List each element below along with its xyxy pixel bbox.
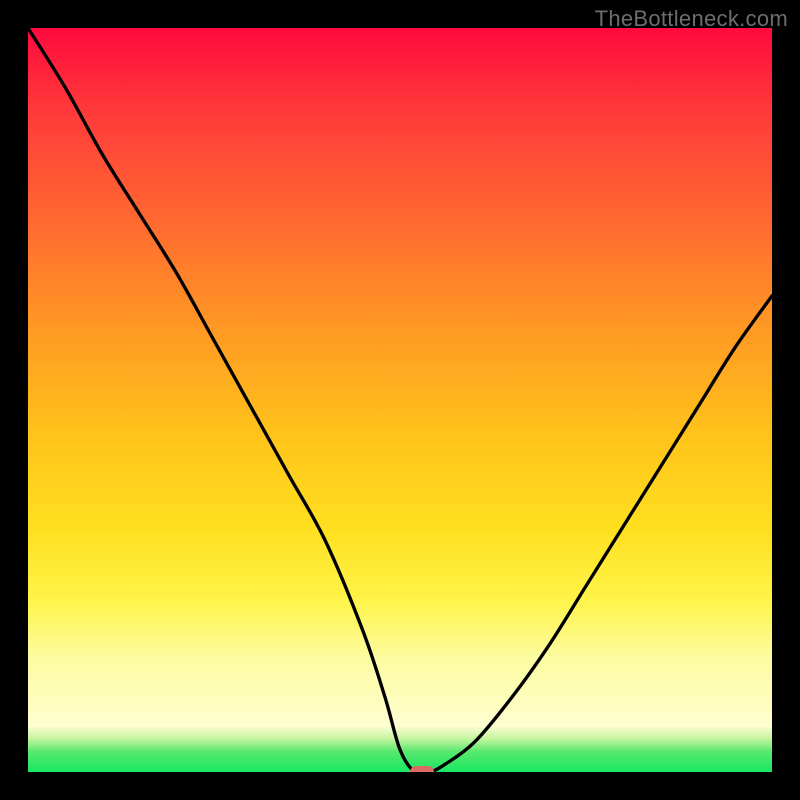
plot-area xyxy=(28,28,772,772)
curve-svg xyxy=(28,28,772,772)
minimum-marker xyxy=(410,766,434,772)
bottleneck-curve-path xyxy=(28,28,772,772)
chart-frame: TheBottleneck.com xyxy=(0,0,800,800)
